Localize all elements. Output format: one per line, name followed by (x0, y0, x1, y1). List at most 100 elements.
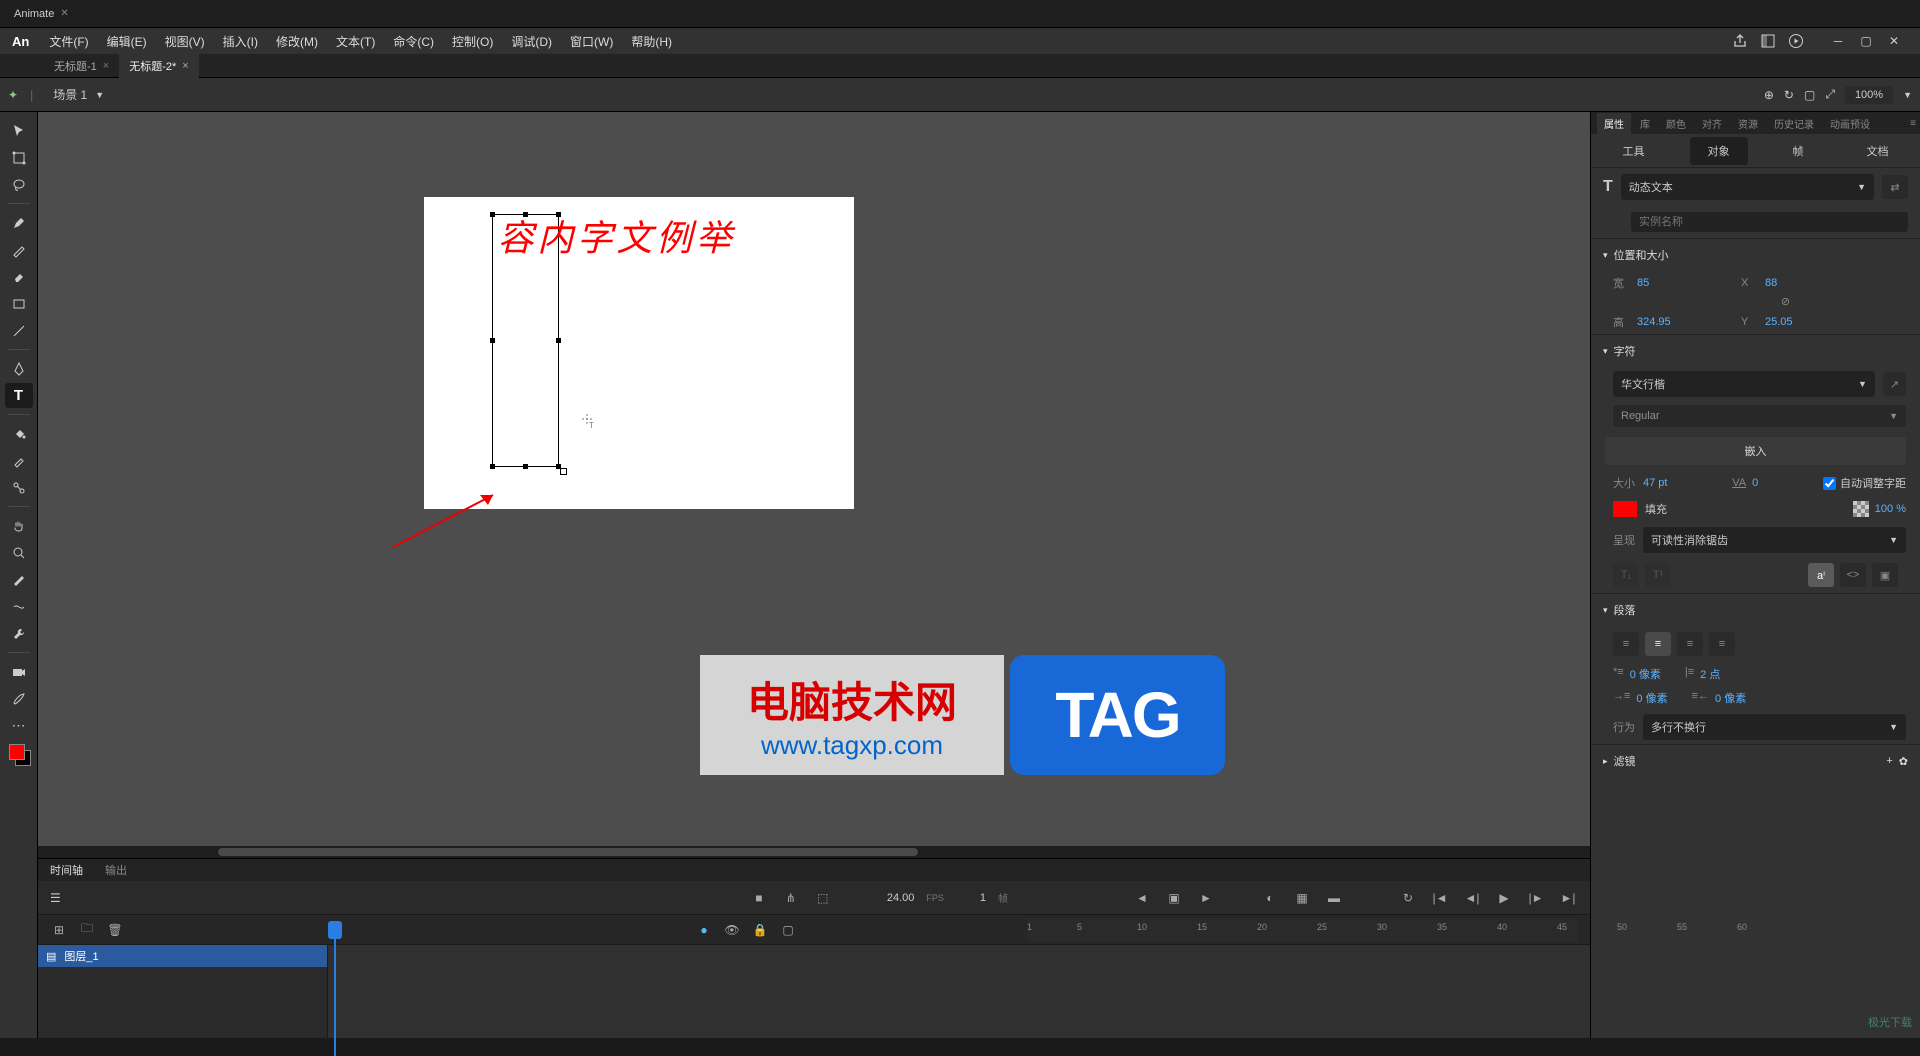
handle-mr[interactable] (556, 338, 561, 343)
onion-skin[interactable]: ⬚ (813, 888, 833, 908)
subtab-tool[interactable]: 工具 (1605, 137, 1663, 165)
align-center[interactable]: ≡ (1645, 632, 1671, 656)
font-family-select[interactable]: 华文行楷▼ (1613, 371, 1875, 397)
size-value[interactable]: 47 pt (1643, 477, 1667, 489)
canvas[interactable]: 举 例 文 字 内 容 (424, 197, 854, 509)
visibility-toggle[interactable]: 👁 (723, 921, 741, 939)
stage-hscroll[interactable] (38, 846, 1590, 858)
frame-ruler[interactable]: 1 5 10 15 20 25 30 35 40 45 50 55 60 (1027, 918, 1578, 942)
more-tools[interactable]: ⋯ (5, 713, 33, 738)
keyframe-prev[interactable]: ◄ (1132, 888, 1152, 908)
x-value[interactable]: 88 (1765, 277, 1835, 289)
eraser-tool[interactable] (5, 264, 33, 289)
bone-tool[interactable] (5, 475, 33, 500)
stage[interactable]: 举 例 文 字 内 容 (38, 112, 1590, 858)
lasso-tool[interactable] (5, 172, 33, 197)
vertical-text[interactable]: 举 例 文 字 内 容 (493, 215, 731, 259)
frame-grid[interactable] (328, 945, 1590, 1038)
border-button[interactable]: ▣ (1872, 563, 1898, 587)
hand-tool[interactable] (5, 513, 33, 538)
y-value[interactable]: 25.05 (1765, 316, 1835, 328)
share-icon[interactable] (1732, 33, 1748, 49)
handle-mb[interactable] (523, 464, 528, 469)
insert-keyframe[interactable]: ▣ (1164, 888, 1184, 908)
handle-tl[interactable] (490, 212, 495, 217)
paint-bucket-tool[interactable] (5, 421, 33, 446)
menu-control[interactable]: 控制(O) (444, 30, 501, 53)
close-tab-icon[interactable]: ✕ (60, 8, 68, 19)
edit-multiple[interactable]: ▦ (1292, 888, 1312, 908)
menu-text[interactable]: 文本(T) (328, 30, 383, 53)
paint-brush-tool[interactable] (5, 686, 33, 711)
align-justify[interactable]: ≡ (1709, 632, 1735, 656)
brush-tool[interactable] (5, 210, 33, 235)
minimize-button[interactable]: ─ (1826, 32, 1850, 50)
menu-help[interactable]: 帮助(H) (623, 30, 680, 53)
layer-row[interactable]: ▤ 图层_1 (38, 945, 327, 967)
font-link-icon[interactable]: ↗ (1883, 372, 1906, 396)
prev-frame[interactable]: ◄| (1462, 888, 1482, 908)
align-left[interactable]: ≡ (1613, 632, 1639, 656)
scene-icon[interactable]: ✦ (8, 88, 18, 102)
eyedropper-tool[interactable] (5, 448, 33, 473)
linespace-value[interactable]: 2 点 (1700, 666, 1720, 682)
menu-window[interactable]: 窗口(W) (562, 30, 621, 53)
handle-ml[interactable] (490, 338, 495, 343)
free-transform-tool[interactable] (5, 145, 33, 170)
delete-layer[interactable]: 🗑 (106, 921, 124, 939)
asset-warp-tool[interactable] (5, 594, 33, 619)
add-filter-icon[interactable]: + (1886, 755, 1892, 767)
menu-debug[interactable]: 调试(D) (503, 30, 560, 53)
highlight-toggle[interactable]: ● (695, 921, 713, 939)
font-style-select[interactable]: Regular▼ (1613, 405, 1906, 427)
doc-tab-1[interactable]: 无标题-1× (44, 54, 119, 78)
panel-menu-icon[interactable]: ≡ (1910, 118, 1916, 129)
panel-tab-history[interactable]: 历史记录 (1767, 113, 1821, 134)
new-layer[interactable]: ⊞ (50, 921, 68, 939)
menu-command[interactable]: 命令(C) (385, 30, 442, 53)
pen-tool[interactable] (5, 356, 33, 381)
loop-button[interactable]: ↻ (1398, 888, 1418, 908)
width-value[interactable]: 85 (1637, 277, 1707, 289)
color-swatches[interactable] (9, 744, 29, 764)
auto-kern-checkbox[interactable]: 自动调整字距 (1823, 475, 1906, 491)
embed-button[interactable]: 嵌入 (1605, 437, 1906, 465)
wrench-tool[interactable] (5, 621, 33, 646)
tab-output[interactable]: 输出 (101, 859, 131, 881)
panel-tab-align[interactable]: 对齐 (1695, 113, 1729, 134)
clip-icon[interactable]: ▢ (1804, 88, 1815, 102)
play-button[interactable]: ▶ (1494, 888, 1514, 908)
section-filters[interactable]: ▸滤镜 + ✿ (1591, 744, 1920, 777)
html-button[interactable]: <> (1840, 563, 1866, 587)
close-button[interactable]: ✕ (1882, 32, 1906, 50)
rectangle-tool[interactable] (5, 291, 33, 316)
fill-opacity[interactable]: 100 % (1875, 503, 1906, 515)
handle-tr[interactable] (556, 212, 561, 217)
keyframe-next[interactable]: ► (1196, 888, 1216, 908)
subtab-doc[interactable]: 文档 (1849, 137, 1907, 165)
doc-tab-2[interactable]: 无标题-2*× (119, 54, 199, 78)
render-select[interactable]: 可读性消除锯齿▼ (1643, 527, 1906, 553)
text-box-selected[interactable]: 举 例 文 字 内 容 (492, 214, 559, 467)
lock-toggle[interactable]: 🔒 (751, 921, 769, 939)
playhead[interactable] (328, 921, 342, 1038)
height-value[interactable]: 324.95 (1637, 316, 1707, 328)
text-type-select[interactable]: 动态文本▼ (1621, 174, 1874, 200)
width-tool[interactable] (5, 567, 33, 592)
menu-modify[interactable]: 修改(M) (268, 30, 326, 53)
close-icon[interactable]: × (103, 60, 109, 72)
subscript-button[interactable]: T₁ (1613, 563, 1639, 587)
panel-tab-assets[interactable]: 资源 (1731, 113, 1765, 134)
next-frame[interactable]: |► (1526, 888, 1546, 908)
workspace-icon[interactable] (1760, 33, 1776, 49)
outline-toggle[interactable]: ▢ (779, 921, 797, 939)
app-tab[interactable]: Animate ✕ (6, 5, 77, 23)
pencil-tool[interactable] (5, 237, 33, 262)
kerning-value[interactable]: 0 (1752, 477, 1758, 489)
onion-icon[interactable]: ◐ (1260, 888, 1280, 908)
section-character[interactable]: ▾字符 (1591, 334, 1920, 367)
handle-bl[interactable] (490, 464, 495, 469)
center-stage-icon[interactable]: ⊕ (1764, 88, 1774, 102)
play-icon[interactable] (1788, 33, 1804, 49)
panel-tab-props[interactable]: 属性 (1597, 113, 1631, 134)
